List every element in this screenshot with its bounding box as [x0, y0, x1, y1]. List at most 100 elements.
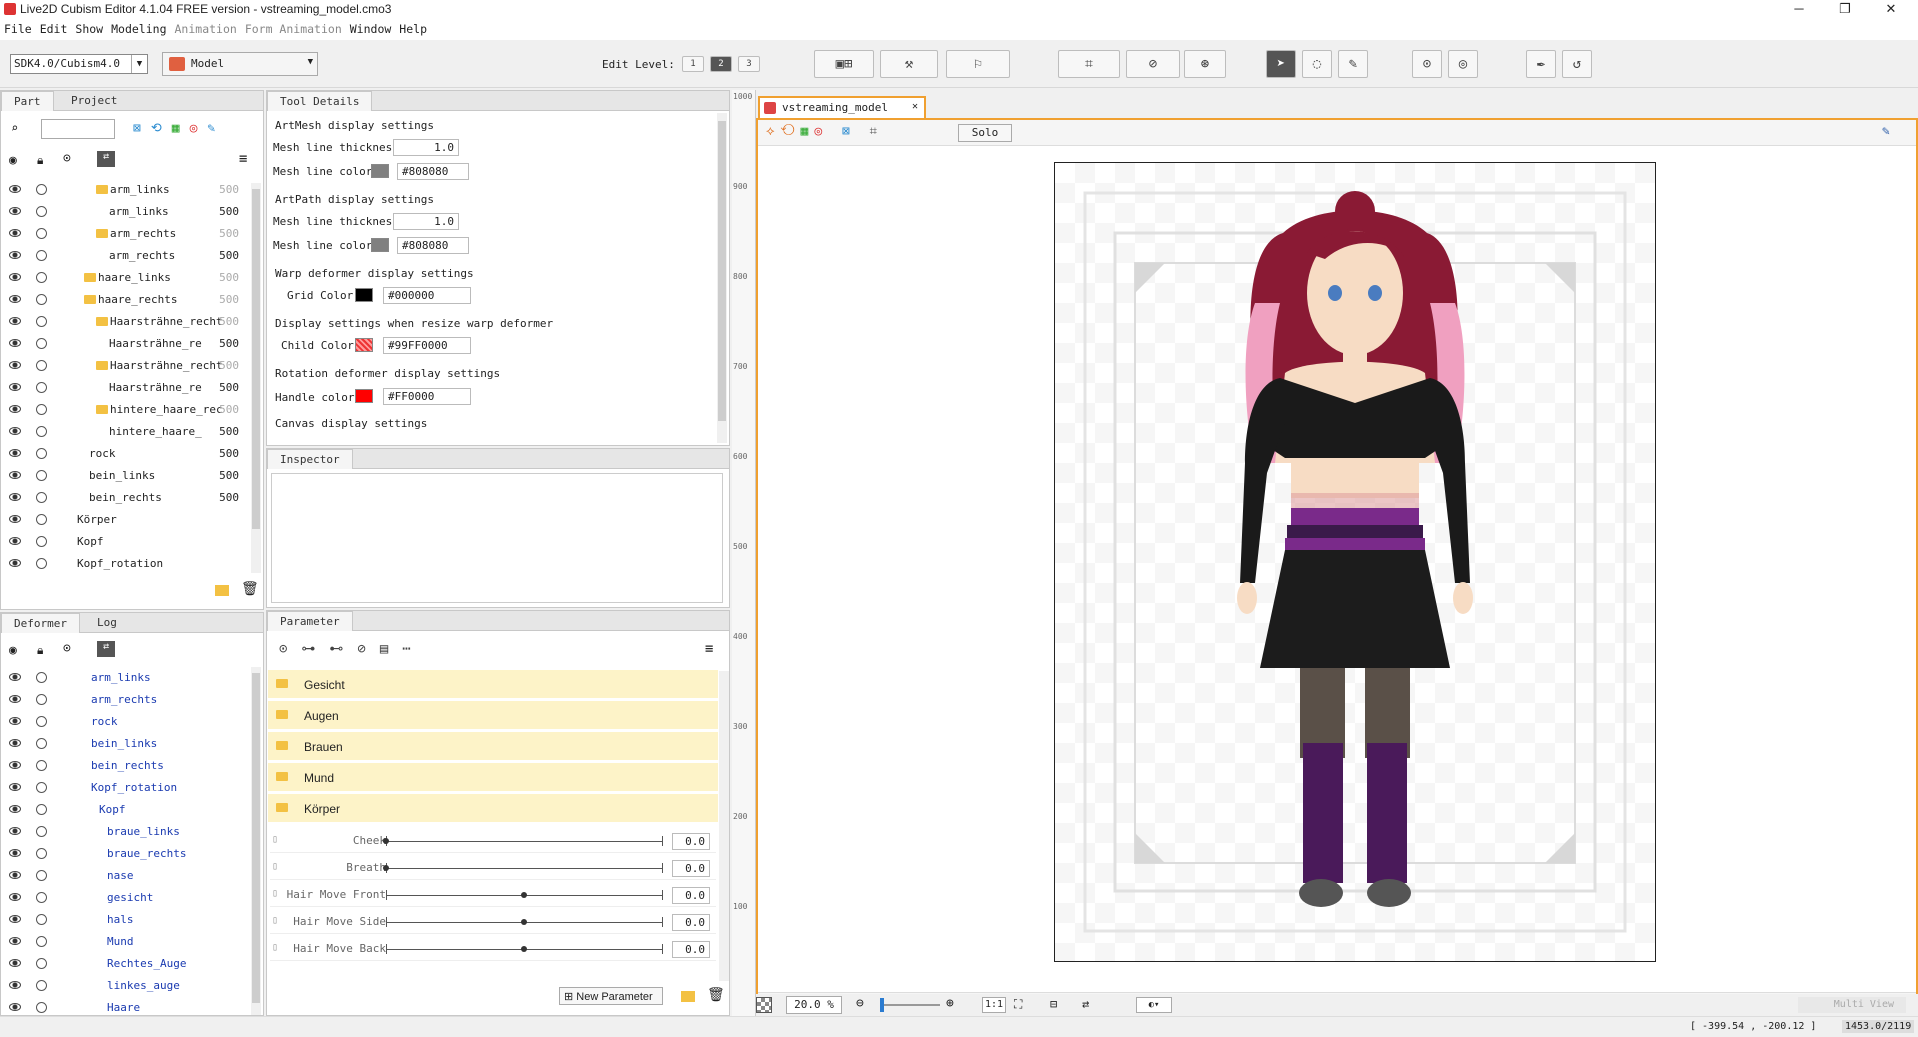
- lock-circle-icon[interactable]: [36, 936, 47, 947]
- eye-icon[interactable]: [9, 537, 21, 545]
- lock-circle-icon[interactable]: [36, 914, 47, 925]
- eye-icon[interactable]: [9, 471, 21, 479]
- lock-circle-icon[interactable]: [36, 782, 47, 793]
- lock-circle-icon[interactable]: [36, 716, 47, 727]
- eye-icon[interactable]: [9, 739, 21, 747]
- minimize-icon[interactable]: ─: [1776, 0, 1822, 20]
- slider-knob[interactable]: [383, 838, 389, 844]
- eye-icon[interactable]: [9, 515, 21, 523]
- actual-size-button[interactable]: 1:1: [982, 997, 1006, 1013]
- eye-icon[interactable]: [9, 405, 21, 413]
- lasso-select-button[interactable]: ◌: [1302, 50, 1332, 78]
- tab-project[interactable]: Project: [59, 91, 129, 111]
- part-row[interactable]: arm_rechts 500: [1, 223, 251, 245]
- lock-circle-icon[interactable]: [36, 272, 47, 283]
- eye-icon[interactable]: [9, 317, 21, 325]
- eye-icon[interactable]: [9, 339, 21, 347]
- part-row[interactable]: hintere_haare_rec 500: [1, 399, 251, 421]
- eye-icon[interactable]: [9, 273, 21, 281]
- flip-icon[interactable]: ⇄: [1082, 997, 1089, 1011]
- parameter-value[interactable]: 0.0: [672, 941, 710, 958]
- eye-icon[interactable]: [9, 207, 21, 215]
- parameter-toolbar[interactable]: ⊙⊶⊷⊘▤⋯: [279, 641, 425, 657]
- auto-mesh-button[interactable]: ⚒: [880, 50, 938, 78]
- menu-file[interactable]: File: [0, 20, 36, 36]
- edit-level-1-button[interactable]: 1: [682, 56, 704, 72]
- parameter-group[interactable]: Körper: [268, 794, 718, 823]
- menu-icon[interactable]: ≡: [239, 151, 247, 167]
- lock-circle-icon[interactable]: [36, 294, 47, 305]
- pin-tool-button[interactable]: ⊙: [1412, 50, 1442, 78]
- deformer-row[interactable]: nase: [1, 865, 251, 887]
- menu-window[interactable]: Window: [346, 20, 396, 36]
- tab-inspector[interactable]: Inspector: [267, 449, 353, 469]
- swap-icon[interactable]: ⇄: [97, 641, 115, 657]
- tab-tool-details[interactable]: Tool Details: [267, 91, 373, 111]
- deformer-tree-scrollbar[interactable]: [251, 667, 261, 1015]
- deformer-row[interactable]: gesicht: [1, 887, 251, 909]
- fit-width-icon[interactable]: ⊟: [1050, 997, 1057, 1011]
- eye-icon[interactable]: [9, 981, 21, 989]
- deformer-row[interactable]: Rechtes_Auge: [1, 953, 251, 975]
- part-row[interactable]: haare_rechts 500: [1, 289, 251, 311]
- eye-icon[interactable]: [9, 761, 21, 769]
- deformer-row[interactable]: linkes_auge: [1, 975, 251, 997]
- menu-help[interactable]: Help: [395, 20, 431, 36]
- menu-show[interactable]: Show: [71, 20, 107, 36]
- eye-icon[interactable]: [9, 361, 21, 369]
- parameter-group[interactable]: Brauen: [268, 732, 718, 761]
- tab-parameter[interactable]: Parameter: [267, 611, 353, 631]
- deformer-row[interactable]: bein_links: [1, 733, 251, 755]
- transform-tool-button[interactable]: ◎: [1448, 50, 1478, 78]
- lock-circle-icon[interactable]: [36, 228, 47, 239]
- deformer-row[interactable]: arm_rechts: [1, 689, 251, 711]
- eye-icon[interactable]: [9, 915, 21, 923]
- part-row[interactable]: hintere_haare_ 500: [1, 421, 251, 443]
- menu-form-animation[interactable]: Form Animation: [241, 20, 346, 36]
- multi-view-button[interactable]: Multi View: [1798, 997, 1906, 1013]
- eye-icon[interactable]: [9, 229, 21, 237]
- menu-edit[interactable]: Edit: [36, 20, 72, 36]
- lock-circle-icon[interactable]: [36, 206, 47, 217]
- zoom-in-icon[interactable]: ⊕: [946, 996, 954, 1011]
- part-row[interactable]: Haarsträhne_re 500: [1, 377, 251, 399]
- lock-circle-icon[interactable]: [36, 448, 47, 459]
- path-color-swatch[interactable]: [371, 238, 389, 252]
- tab-vstreaming-model[interactable]: vstreaming_model ✕: [758, 96, 926, 118]
- auto-connect-button[interactable]: ⚐: [946, 50, 1010, 78]
- deformer-row[interactable]: Kopf: [1, 799, 251, 821]
- deformer-row[interactable]: Kopf_rotation: [1, 777, 251, 799]
- eye-icon[interactable]: [9, 893, 21, 901]
- part-row[interactable]: Haarsträhne_recht 500: [1, 311, 251, 333]
- filter-icons[interactable]: ⊠⟲▦◎✎: [133, 121, 225, 136]
- eye-icon[interactable]: [9, 427, 21, 435]
- lock-circle-icon[interactable]: [36, 672, 47, 683]
- lock-circle-icon[interactable]: [36, 184, 47, 195]
- handle-color-field[interactable]: #FF0000: [383, 388, 471, 405]
- path-tool-button[interactable]: ↺: [1562, 50, 1592, 78]
- parameter-value[interactable]: 0.0: [672, 860, 710, 877]
- part-tree-scrollbar[interactable]: [251, 183, 261, 573]
- slider-knob[interactable]: [521, 946, 527, 952]
- eye-icon[interactable]: [9, 295, 21, 303]
- slider-knob[interactable]: [521, 919, 527, 925]
- lock-circle-icon[interactable]: [36, 360, 47, 371]
- lock-circle-icon[interactable]: [36, 848, 47, 859]
- zoom-field[interactable]: 20.0 %: [786, 996, 842, 1014]
- parameter-lock-icon[interactable]: ▯: [272, 942, 278, 953]
- pen-tool-button[interactable]: ✒: [1526, 50, 1556, 78]
- lock-circle-icon[interactable]: [36, 738, 47, 749]
- close-icon[interactable]: ✕: [912, 101, 918, 112]
- lock-circle-icon[interactable]: [36, 338, 47, 349]
- menu-icon[interactable]: ≡: [705, 641, 713, 657]
- eye-icon[interactable]: [9, 849, 21, 857]
- maximize-icon[interactable]: ❐: [1822, 0, 1868, 20]
- part-row[interactable]: Kopf: [1, 531, 251, 553]
- deformer-row[interactable]: braue_links: [1, 821, 251, 843]
- part-row[interactable]: Haarsträhne_re 500: [1, 333, 251, 355]
- lock-header-icon[interactable]: 🔒︎: [37, 643, 43, 658]
- tab-part[interactable]: Part: [1, 91, 54, 111]
- lock-circle-icon[interactable]: [36, 958, 47, 969]
- solo-button[interactable]: Solo: [958, 124, 1012, 142]
- canvas-area[interactable]: [758, 146, 1916, 992]
